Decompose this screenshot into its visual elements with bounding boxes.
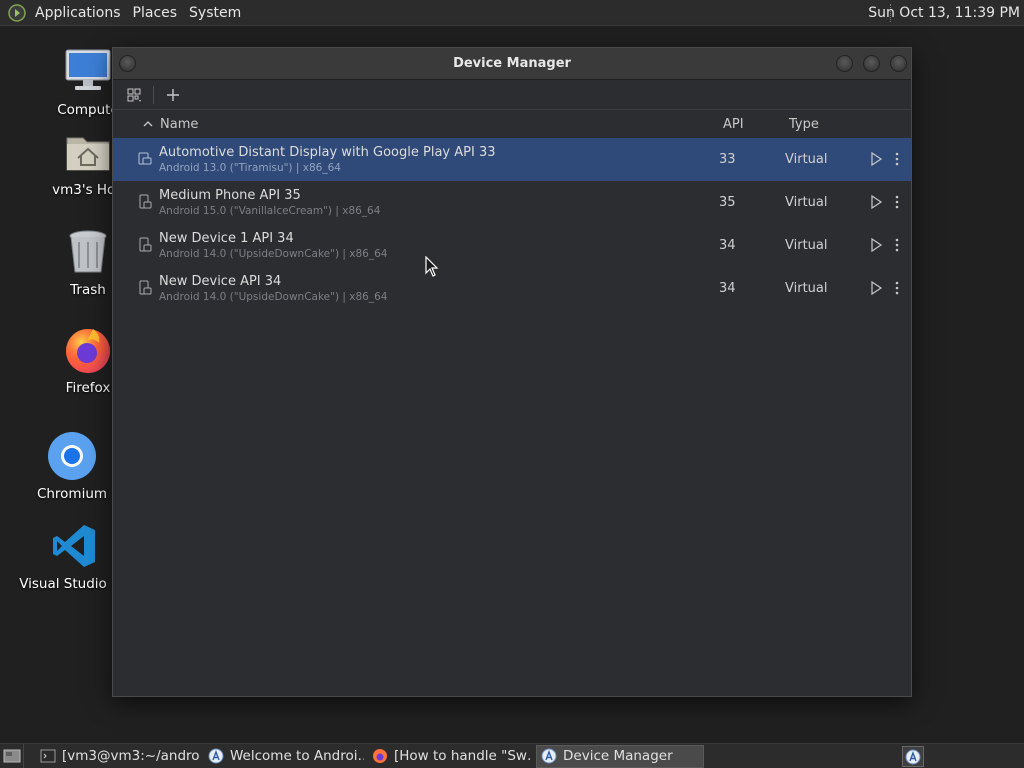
menu-applications[interactable]: Applications bbox=[29, 0, 127, 25]
device-name: Automotive Distant Display with Google P… bbox=[159, 145, 496, 160]
device-type: Virtual bbox=[785, 152, 828, 167]
taskbar-item-label: [How to handle "Sw… bbox=[394, 748, 532, 764]
device-list: Automotive Distant Display with Google P… bbox=[113, 138, 911, 310]
toolbar-separator bbox=[153, 85, 154, 104]
automotive-device-icon bbox=[138, 152, 152, 165]
device-name: New Device API 34 bbox=[159, 274, 282, 289]
window-title: Device Manager bbox=[453, 56, 571, 71]
add-device-button[interactable] bbox=[162, 84, 184, 106]
window-titlebar[interactable]: Device Manager bbox=[113, 48, 911, 80]
device-api: 34 bbox=[719, 281, 736, 296]
show-desktop-icon bbox=[3, 749, 20, 763]
android-studio-icon bbox=[541, 748, 557, 764]
taskbar-item-firefox[interactable]: [How to handle "Sw… bbox=[368, 745, 532, 768]
taskbar-item-device-manager[interactable]: Device Manager bbox=[536, 744, 704, 768]
more-options-icon[interactable] bbox=[891, 151, 903, 167]
android-studio-icon bbox=[905, 749, 921, 764]
top-panel: Applications Places System Sun Oct 13, 1… bbox=[0, 0, 1024, 26]
show-desktop-button[interactable] bbox=[0, 744, 24, 768]
device-details: Android 14.0 ("UpsideDownCake") | x86_64 bbox=[159, 248, 388, 260]
more-options-icon[interactable] bbox=[891, 237, 903, 253]
device-details: Android 13.0 ("Tiramisu") | x86_64 bbox=[159, 162, 341, 174]
desktop-icon-label: Chromium bbox=[36, 486, 108, 502]
home-folder-icon bbox=[62, 126, 114, 178]
device-row[interactable]: Automotive Distant Display with Google P… bbox=[113, 138, 911, 181]
sort-ascending-icon[interactable] bbox=[143, 110, 153, 138]
device-details: Android 15.0 ("VanillaIceCream") | x86_6… bbox=[159, 205, 381, 217]
play-icon[interactable] bbox=[868, 280, 884, 296]
firefox-icon bbox=[62, 324, 114, 376]
taskbar-item-label: [vm3@vm3:~/andro… bbox=[62, 748, 200, 764]
phone-device-icon bbox=[139, 280, 152, 295]
table-header: Name API Type bbox=[113, 110, 911, 138]
menu-system[interactable]: System bbox=[183, 0, 247, 25]
taskbar-item-label: Welcome to Androi… bbox=[230, 748, 364, 764]
top-menu: Applications Places System bbox=[0, 0, 247, 25]
window-menu-button[interactable] bbox=[119, 55, 136, 72]
taskbar-item-terminal[interactable]: [vm3@vm3:~/andro… bbox=[36, 745, 200, 768]
play-icon[interactable] bbox=[868, 194, 884, 210]
bottom-taskbar: [vm3@vm3:~/andro… Welcome to Androi… [Ho… bbox=[0, 743, 1024, 768]
terminal-icon bbox=[40, 749, 56, 763]
firefox-icon bbox=[373, 749, 387, 763]
device-grid-icon bbox=[127, 88, 141, 102]
android-studio-icon bbox=[208, 748, 224, 764]
computer-icon bbox=[62, 46, 114, 98]
device-type: Virtual bbox=[785, 238, 828, 253]
close-button[interactable] bbox=[890, 55, 907, 72]
device-type: Virtual bbox=[785, 281, 828, 296]
device-row[interactable]: Medium Phone API 35 Android 15.0 ("Vanil… bbox=[113, 181, 911, 224]
device-manager-window: Device Manager Name API Type Automotive … bbox=[112, 47, 912, 697]
tray-android-studio-button[interactable] bbox=[902, 746, 924, 767]
play-icon[interactable] bbox=[868, 237, 884, 253]
plus-icon bbox=[167, 88, 179, 101]
desktop-icon-label: Compute bbox=[57, 102, 119, 118]
device-api: 34 bbox=[719, 238, 736, 253]
taskbar-item-android-studio-welcome[interactable]: Welcome to Androi… bbox=[204, 745, 364, 768]
device-api: 35 bbox=[719, 195, 736, 210]
device-row[interactable]: New Device API 34 Android 14.0 ("UpsideD… bbox=[113, 267, 911, 310]
device-type: Virtual bbox=[785, 195, 828, 210]
device-api: 33 bbox=[719, 152, 736, 167]
column-header-type[interactable]: Type bbox=[789, 110, 819, 138]
phone-device-icon bbox=[139, 237, 152, 252]
device-grid-button[interactable] bbox=[123, 84, 145, 106]
taskbar-item-label: Device Manager bbox=[563, 748, 673, 764]
more-options-icon[interactable] bbox=[891, 194, 903, 210]
vscode-icon bbox=[48, 520, 100, 572]
column-header-api[interactable]: API bbox=[723, 110, 744, 138]
trash-icon bbox=[62, 226, 114, 278]
desktop-icon-label: Firefox bbox=[65, 380, 111, 396]
device-name: New Device 1 API 34 bbox=[159, 231, 294, 246]
phone-device-icon bbox=[139, 194, 152, 209]
clock[interactable]: Sun Oct 13, 11:39 PM bbox=[868, 0, 1020, 26]
desktop-icon-chromium[interactable]: Chromium bbox=[17, 430, 127, 502]
column-header-name[interactable]: Name bbox=[160, 110, 198, 138]
minimize-button[interactable] bbox=[836, 55, 853, 72]
more-options-icon[interactable] bbox=[891, 280, 903, 296]
device-name: Medium Phone API 35 bbox=[159, 188, 301, 203]
mouse-cursor-icon bbox=[425, 256, 439, 277]
desktop-icon-label: Trash bbox=[70, 282, 106, 298]
maximize-button[interactable] bbox=[863, 55, 880, 72]
chromium-icon bbox=[46, 430, 98, 482]
device-details: Android 14.0 ("UpsideDownCake") | x86_64 bbox=[159, 291, 388, 303]
device-row[interactable]: New Device 1 API 34 Android 14.0 ("Upsid… bbox=[113, 224, 911, 267]
menu-places[interactable]: Places bbox=[127, 0, 184, 25]
toolbar bbox=[113, 80, 911, 110]
applications-logo-icon[interactable] bbox=[8, 3, 26, 22]
play-icon[interactable] bbox=[868, 151, 884, 167]
